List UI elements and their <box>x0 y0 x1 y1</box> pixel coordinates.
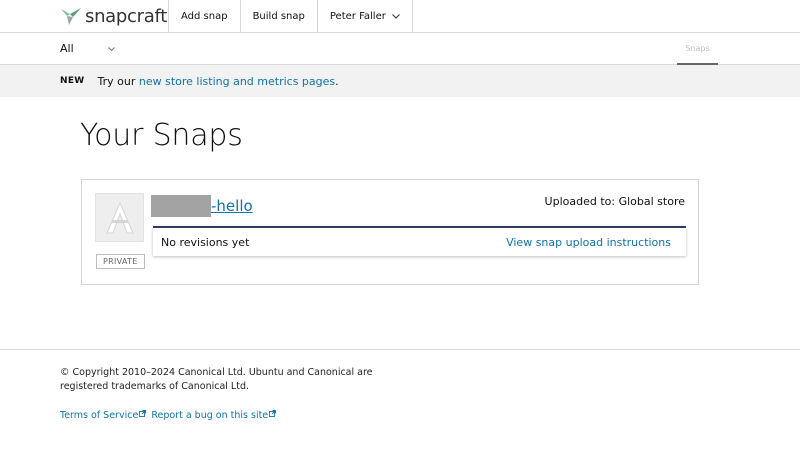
chevron-down-icon <box>107 44 115 53</box>
chevron-down-icon <box>392 12 400 22</box>
upload-target: Uploaded to: Global store <box>544 195 685 208</box>
upload-instructions-link[interactable]: View snap upload instructions <box>506 236 671 249</box>
external-link-icon <box>139 410 147 419</box>
notice-prefix: Try our <box>97 74 139 88</box>
revisions-status: No revisions yet <box>161 236 250 249</box>
copyright-text: © Copyright 2010–2024 Canonical Ltd. Ubu… <box>60 367 373 392</box>
tab-snaps-label: Snaps <box>685 43 710 53</box>
new-badge: NEW <box>60 76 85 86</box>
private-status-badge: PRIVATE <box>96 254 145 269</box>
snap-filter-select[interactable]: All <box>60 42 115 55</box>
snap-name-suffix: -hello <box>211 196 253 215</box>
tab-snaps[interactable]: Snaps <box>677 33 718 65</box>
notice-suffix: . <box>335 74 339 88</box>
redacted-name-block <box>151 194 211 217</box>
snapcraft-logo[interactable]: snapcraft <box>60 5 167 27</box>
snap-filter-value: All <box>60 42 74 55</box>
terms-of-service-link[interactable]: Terms of Service <box>60 410 138 421</box>
hummingbird-logo-icon <box>61 8 81 25</box>
snap-card: PRIVATE -hello Uploaded to: Global store… <box>81 179 699 285</box>
footer: © Copyright 2010–2024 Canonical Ltd. Ubu… <box>0 349 800 450</box>
nav-add-snap-label: Add snap <box>181 11 228 22</box>
report-bug-link[interactable]: Report a bug on this site <box>151 410 268 421</box>
page-title: Your Snaps <box>80 118 243 153</box>
footer-links: Terms of Service Report a bug on this si… <box>60 410 278 421</box>
snap-placeholder-icon <box>95 193 144 242</box>
nav-user-menu-label: Peter Faller <box>329 11 386 22</box>
brand-name: snapcraft <box>85 5 167 27</box>
new-store-listing-link[interactable]: new store listing and metrics pages <box>139 75 335 88</box>
top-navigation: snapcraft Add snap Build snap Peter Fall… <box>0 0 800 33</box>
new-feature-notice: NEW Try our new store listing and metric… <box>0 65 800 97</box>
main-nav: Add snap Build snap Peter Faller <box>168 0 413 33</box>
revisions-panel: No revisions yet View snap upload instru… <box>153 226 686 256</box>
external-link-icon <box>269 410 277 419</box>
sub-navigation: All Snaps <box>0 33 800 65</box>
nav-build-snap[interactable]: Build snap <box>241 0 318 33</box>
nav-user-menu[interactable]: Peter Faller <box>318 0 413 33</box>
nav-add-snap[interactable]: Add snap <box>169 0 241 33</box>
notice-message: Try our new store listing and metrics pa… <box>98 75 339 88</box>
snap-name-link[interactable]: -hello <box>151 194 253 217</box>
nav-build-snap-label: Build snap <box>252 11 305 22</box>
